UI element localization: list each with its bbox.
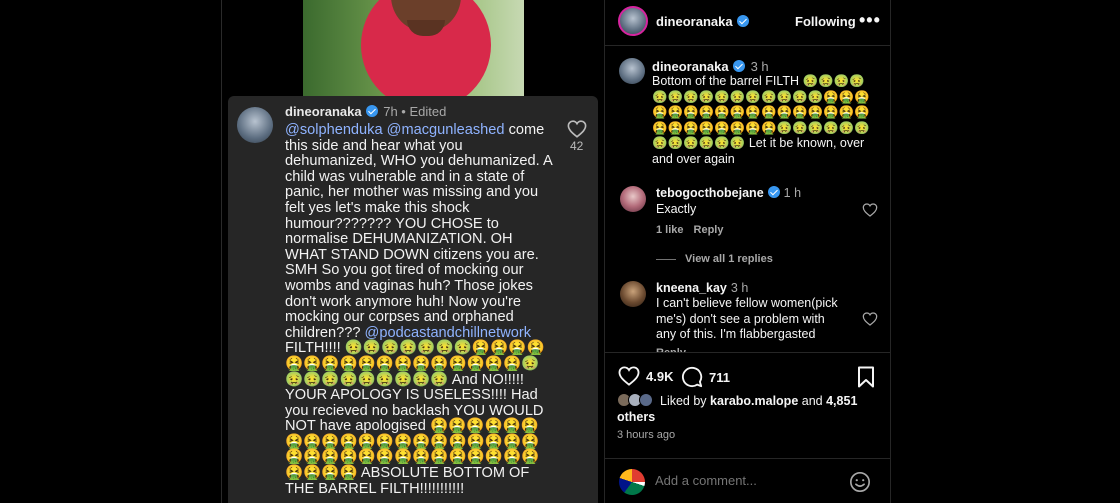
header-username-text[interactable]: dineoranaka <box>656 14 733 29</box>
avatar[interactable] <box>618 6 648 36</box>
screenshot-comment-header: dineoranaka 7h • Edited <box>285 104 446 119</box>
avatar[interactable] <box>620 281 646 307</box>
mention: @macgunleashed <box>386 122 505 138</box>
reply-button[interactable]: Reply <box>694 224 724 236</box>
comment-button[interactable]: 711 <box>681 366 730 388</box>
add-comment-bar <box>605 458 891 503</box>
mention: @solphenduka <box>285 122 383 138</box>
screenshot-comment-card: dineoranaka 7h • Edited @solphenduka @ma… <box>228 96 598 503</box>
comment-text: Exactly <box>656 202 697 216</box>
verified-badge-icon <box>732 60 745 72</box>
liked-by-middle: and <box>801 394 823 408</box>
caption-text: Bottom of the barrel FILTH 🤢🤢🤢🤢🤢🤢🤢🤢🤢🤢🤢🤢🤢… <box>652 74 870 166</box>
post-photo <box>303 0 524 96</box>
avatar <box>237 107 273 143</box>
avatar <box>639 393 653 407</box>
comment-input[interactable] <box>655 473 835 488</box>
comment-bubble-icon[interactable] <box>681 366 703 388</box>
comment-actions: 1 like Reply <box>656 224 724 236</box>
caption-time: 3 h <box>750 59 769 74</box>
comment-header: tebogocthobejane 1 h <box>656 186 801 200</box>
verified-badge-icon <box>365 105 378 117</box>
comment-header: kneena_kay 3 h <box>656 281 748 295</box>
caption-username[interactable]: dineoranaka <box>652 59 729 74</box>
heart-icon[interactable] <box>618 366 640 386</box>
comments-count: 711 <box>709 369 730 385</box>
like-button[interactable]: 4.9K <box>618 366 673 386</box>
emoji-icon[interactable] <box>849 471 871 493</box>
comment-text: I can't believe fellow women(pick me's) … <box>656 296 838 341</box>
post-timestamp[interactable]: 3 hours ago <box>617 429 675 441</box>
bookmark-icon[interactable] <box>857 366 875 388</box>
comment-username[interactable]: kneena_kay <box>656 281 727 295</box>
screenshot-comment-text: @solphenduka @macgunleashed come this si… <box>285 122 555 497</box>
screenshot-comment-meta: 7h • Edited <box>383 104 447 119</box>
post-header: dineoranaka Following ••• <box>605 0 891 46</box>
heart-icon[interactable] <box>862 312 878 326</box>
comment-like-count[interactable]: 1 like <box>656 224 684 236</box>
verified-badge-icon <box>767 186 780 198</box>
heart-icon <box>567 120 587 138</box>
view-replies-button[interactable]: View all 1 replies <box>656 253 773 265</box>
comment-time: 3 h <box>730 281 749 295</box>
verified-badge-icon <box>736 15 749 27</box>
screenshot-comment-likes: 42 <box>570 139 584 153</box>
caption-header: dineoranaka 3 h <box>652 59 769 74</box>
post-sidebar: dineoranaka Following ••• dineoranaka 3 h… <box>604 0 891 503</box>
following-button[interactable]: Following <box>795 14 856 29</box>
liked-by-user[interactable]: karabo.malope <box>710 394 798 408</box>
screenshot-comment-body-2: FILTH!!!! 🤢🤢🤢🤢🤢🤢🤢🤮🤮🤮🤮🤮🤮🤮🤮🤮🤮🤮🤮🤮🤮🤮🤮🤮🤢🤢🤢🤢🤢🤢… <box>285 340 545 497</box>
save-button[interactable] <box>857 366 875 388</box>
mention: @podcastandchillnetwork <box>364 324 532 341</box>
avatar[interactable] <box>620 186 646 212</box>
screenshot-comment-body-1: come this side and hear what you dehuman… <box>285 122 552 341</box>
heart-icon[interactable] <box>862 203 878 217</box>
liked-by-prefix: Liked by <box>660 394 707 408</box>
avatar <box>619 469 645 495</box>
avatar[interactable] <box>619 58 645 84</box>
post-media: dineoranaka 7h • Edited @solphenduka @ma… <box>221 0 604 503</box>
header-username[interactable]: dineoranaka <box>656 14 749 29</box>
likes-count: 4.9K <box>646 368 674 384</box>
more-options-icon[interactable]: ••• <box>859 10 881 31</box>
comment-username[interactable]: tebogocthobejane <box>656 186 764 200</box>
liked-by-text: Liked by karabo.malope and 4,851 others <box>617 393 879 425</box>
comment-time: 1 h <box>783 186 802 200</box>
post-actions-section: 4.9K 711 Liked by karabo.malope and 4,85… <box>605 352 891 503</box>
screenshot-comment-username: dineoranaka <box>285 104 362 119</box>
liked-by-avatars <box>617 393 657 407</box>
